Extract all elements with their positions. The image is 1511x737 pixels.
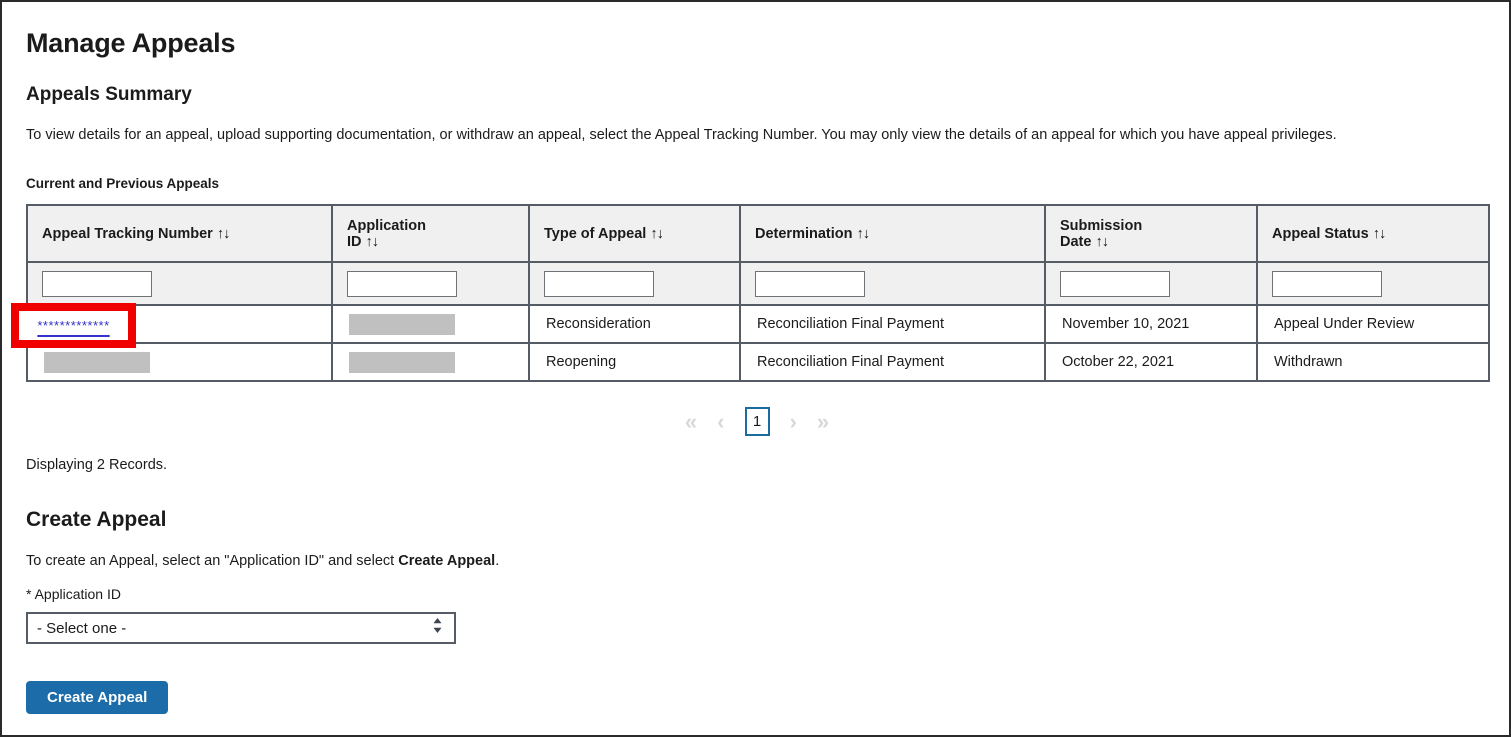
filter-type-of-appeal-input[interactable] — [544, 271, 654, 297]
highlight-box: ************* — [11, 303, 136, 348]
cell-submission-date: November 10, 2021 — [1045, 305, 1257, 343]
cell-type-of-appeal: Reopening — [529, 343, 740, 381]
col-header-determination[interactable]: Determination↑↓ — [740, 205, 1045, 262]
filter-appeal-tracking-number-input[interactable] — [42, 271, 152, 297]
table-caption: Current and Previous Appeals — [26, 176, 1485, 191]
col-header-appeal-tracking-number[interactable]: Appeal Tracking Number↑↓ — [27, 205, 332, 262]
sort-icon[interactable]: ↑↓ — [857, 226, 870, 242]
create-appeal-button[interactable]: Create Appeal — [26, 681, 168, 714]
sort-icon[interactable]: ↑↓ — [1095, 234, 1108, 250]
pagination: « ‹ 1 › » — [26, 407, 1488, 436]
pagination-next-button[interactable]: › — [790, 411, 797, 433]
sort-icon[interactable]: ↑↓ — [1373, 226, 1386, 242]
col-header-submission-date[interactable]: Submission Date↑↓ — [1045, 205, 1257, 262]
cell-submission-date: October 22, 2021 — [1045, 343, 1257, 381]
pagination-prev-button[interactable]: ‹ — [717, 411, 724, 433]
cell-appeal-status: Appeal Under Review — [1257, 305, 1489, 343]
cell-application-id — [332, 343, 529, 381]
appeal-tracking-number-link[interactable]: ************* — [37, 318, 109, 333]
manage-appeals-page: Manage Appeals Appeals Summary To view d… — [0, 0, 1511, 737]
table-row: ************* Reconsideration Reconcilia… — [27, 305, 1489, 343]
cell-tracking-number: ************* — [27, 305, 332, 343]
filter-determination-input[interactable] — [755, 271, 865, 297]
sort-icon[interactable]: ↑↓ — [366, 234, 379, 250]
table-filter-row — [27, 262, 1489, 305]
records-count-text: Displaying 2 Records. — [26, 457, 1485, 473]
pagination-first-button[interactable]: « — [685, 411, 697, 433]
table-row: Reopening Reconciliation Final Payment O… — [27, 343, 1489, 381]
summary-description: To view details for an appeal, upload su… — [26, 127, 1485, 143]
cell-determination: Reconciliation Final Payment — [740, 305, 1045, 343]
filter-submission-date-input[interactable] — [1060, 271, 1170, 297]
sort-icon[interactable]: ↑↓ — [650, 226, 663, 242]
sort-icon[interactable]: ↑↓ — [217, 226, 230, 242]
create-appeal-description: To create an Appeal, select an "Applicat… — [26, 553, 1485, 569]
col-header-type-of-appeal[interactable]: Type of Appeal↑↓ — [529, 205, 740, 262]
filter-application-id-input[interactable] — [347, 271, 457, 297]
pagination-page-1-button[interactable]: 1 — [745, 407, 770, 436]
cell-tracking-number — [27, 343, 332, 381]
application-id-select[interactable]: - Select one - — [26, 612, 456, 644]
appeals-summary-heading: Appeals Summary — [26, 84, 1485, 106]
col-header-application-id[interactable]: Application ID↑↓ — [332, 205, 529, 262]
appeals-table: Appeal Tracking Number↑↓ Application ID↑… — [26, 204, 1490, 382]
select-value: - Select one - — [37, 620, 126, 637]
col-header-appeal-status[interactable]: Appeal Status↑↓ — [1257, 205, 1489, 262]
redacted-application-id — [349, 352, 455, 373]
select-updown-caret-icon — [431, 617, 444, 639]
create-desc-bold: Create Appeal — [398, 553, 495, 569]
cell-type-of-appeal: Reconsideration — [529, 305, 740, 343]
filter-appeal-status-input[interactable] — [1272, 271, 1382, 297]
page-title: Manage Appeals — [26, 28, 1485, 59]
cell-application-id — [332, 305, 529, 343]
table-header-row: Appeal Tracking Number↑↓ Application ID↑… — [27, 205, 1489, 262]
cell-appeal-status: Withdrawn — [1257, 343, 1489, 381]
pagination-last-button[interactable]: » — [817, 411, 829, 433]
redacted-tracking-number — [44, 352, 150, 373]
create-desc-suffix: . — [495, 553, 499, 569]
cell-determination: Reconciliation Final Payment — [740, 343, 1045, 381]
redacted-application-id — [349, 314, 455, 335]
create-desc-prefix: To create an Appeal, select an "Applicat… — [26, 553, 398, 569]
create-appeal-heading: Create Appeal — [26, 508, 1485, 532]
application-id-field-label: * Application ID — [26, 586, 1485, 602]
